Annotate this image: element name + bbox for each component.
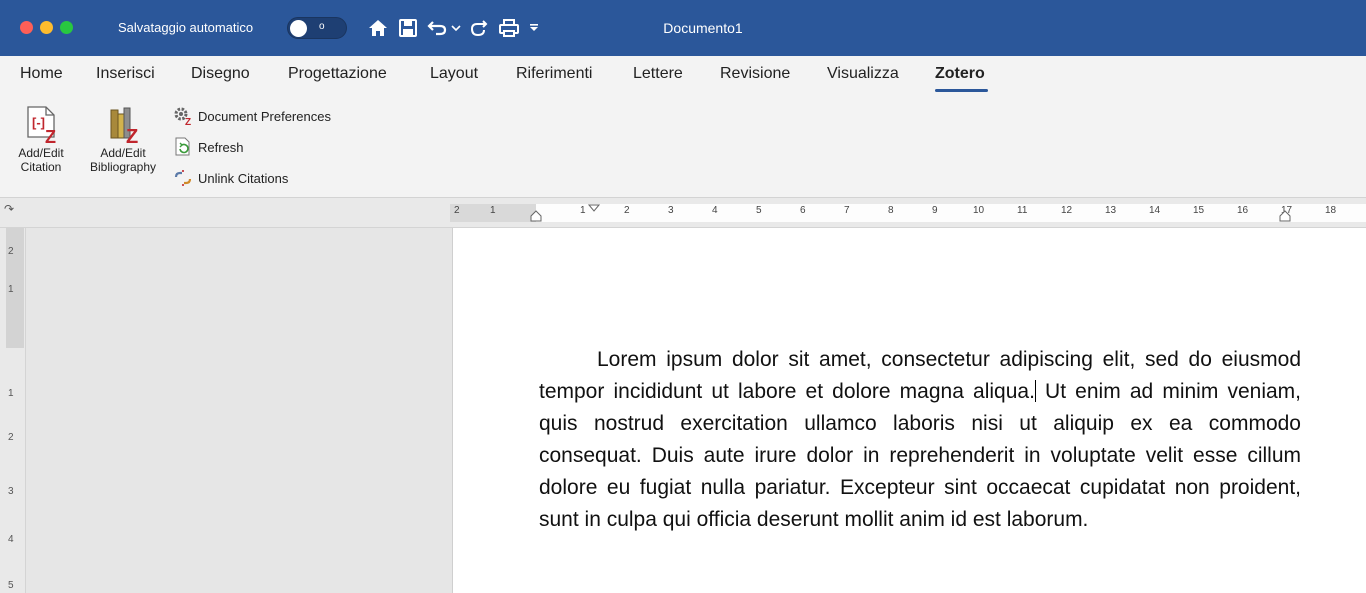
ruler-number: 2 [624, 205, 630, 216]
vruler-number: 1 [8, 284, 14, 295]
tab-layout[interactable]: Layout [430, 65, 478, 83]
refresh-label: Refresh [198, 139, 244, 155]
add-edit-citation-label-1: Add/Edit [18, 146, 64, 160]
ribbon-tabs: Home Inserisci Disegno Progettazione Lay… [0, 56, 1366, 96]
first-line-indent-marker[interactable] [588, 204, 600, 212]
ruler-number: 10 [973, 205, 985, 216]
add-edit-citation-button[interactable]: [-] Z Add/Edit Citation [14, 104, 68, 174]
ruler-number: 2 [454, 205, 460, 216]
refresh-button[interactable]: Refresh [172, 135, 244, 159]
document-page[interactable]: Lorem ipsum dolor sit amet, consectetur … [452, 228, 1366, 593]
svg-text:Z: Z [185, 117, 191, 126]
title-bar: Salvataggio automatico o Documento1 [0, 0, 1366, 56]
add-edit-bibliography-label-2: Bibliography [89, 160, 157, 174]
ruler-number: 3 [668, 205, 674, 216]
ruler-number: 11 [1017, 205, 1028, 216]
tab-home[interactable]: Home [20, 65, 63, 83]
vruler-number: 4 [8, 534, 14, 545]
right-indent-marker[interactable] [1279, 210, 1291, 222]
ruler-number: 5 [756, 205, 762, 216]
vruler-number: 2 [8, 432, 14, 443]
vruler-number: 3 [8, 486, 14, 497]
svg-text:Z: Z [126, 126, 138, 144]
active-tab-indicator [935, 89, 988, 92]
document-title: Documento1 [663, 20, 743, 36]
ruler-number: 1 [580, 205, 586, 216]
tab-progettazione[interactable]: Progettazione [288, 65, 387, 83]
document-paragraph[interactable]: Lorem ipsum dolor sit amet, consectetur … [539, 344, 1301, 536]
citation-icon: [-] Z [14, 104, 68, 146]
ruler-row: ↷ 2 1 1 2 3 4 5 6 7 8 9 10 11 12 13 14 1… [0, 198, 1366, 228]
svg-text:Z: Z [45, 127, 56, 144]
tab-visualizza[interactable]: Visualizza [827, 65, 899, 83]
unlink-icon [172, 168, 194, 188]
vruler-number: 5 [8, 580, 14, 591]
document-preferences-label: Document Preferences [198, 108, 331, 124]
gear-icon: Z [172, 106, 194, 126]
horizontal-ruler[interactable]: 2 1 1 2 3 4 5 6 7 8 9 10 11 12 13 14 15 … [450, 204, 1366, 222]
ruler-number: 8 [888, 205, 894, 216]
ruler-number: 7 [844, 205, 850, 216]
ruler-number: 6 [800, 205, 806, 216]
ruler-number: 16 [1237, 205, 1249, 216]
tab-inserisci[interactable]: Inserisci [96, 65, 155, 83]
vruler-number: 2 [8, 246, 14, 257]
bibliography-icon: Z [82, 104, 164, 146]
tab-riferimenti[interactable]: Riferimenti [516, 65, 592, 83]
tab-zotero[interactable]: Zotero [935, 65, 985, 83]
tab-selector-icon[interactable]: ↷ [4, 202, 14, 216]
vruler-number: 1 [8, 388, 14, 399]
ruler-number: 4 [712, 205, 718, 216]
unlink-citations-label: Unlink Citations [198, 170, 289, 186]
ribbon: [-] Z Add/Edit Citation Z Add/Edit Bibli… [0, 96, 1366, 198]
add-edit-bibliography-label-1: Add/Edit [100, 146, 146, 160]
ruler-number: 12 [1061, 205, 1073, 216]
vertical-ruler[interactable]: 2 1 1 2 3 4 5 [0, 228, 26, 593]
add-edit-bibliography-button[interactable]: Z Add/Edit Bibliography [82, 104, 164, 174]
left-indent-marker[interactable] [530, 210, 542, 222]
ruler-number: 1 [490, 205, 496, 216]
tab-lettere[interactable]: Lettere [633, 65, 683, 83]
ruler-number: 15 [1193, 205, 1205, 216]
add-edit-citation-label-2: Citation [20, 160, 62, 174]
tab-revisione[interactable]: Revisione [720, 65, 790, 83]
unlink-citations-button[interactable]: Unlink Citations [172, 166, 288, 190]
refresh-icon [172, 137, 194, 157]
ruler-number: 18 [1325, 205, 1337, 216]
document-preferences-button[interactable]: Z Document Preferences [172, 104, 331, 128]
svg-text:[-]: [-] [32, 115, 45, 130]
ruler-number: 13 [1105, 205, 1117, 216]
tab-disegno[interactable]: Disegno [191, 65, 250, 83]
ruler-number: 9 [932, 205, 938, 216]
ruler-number: 14 [1149, 205, 1161, 216]
